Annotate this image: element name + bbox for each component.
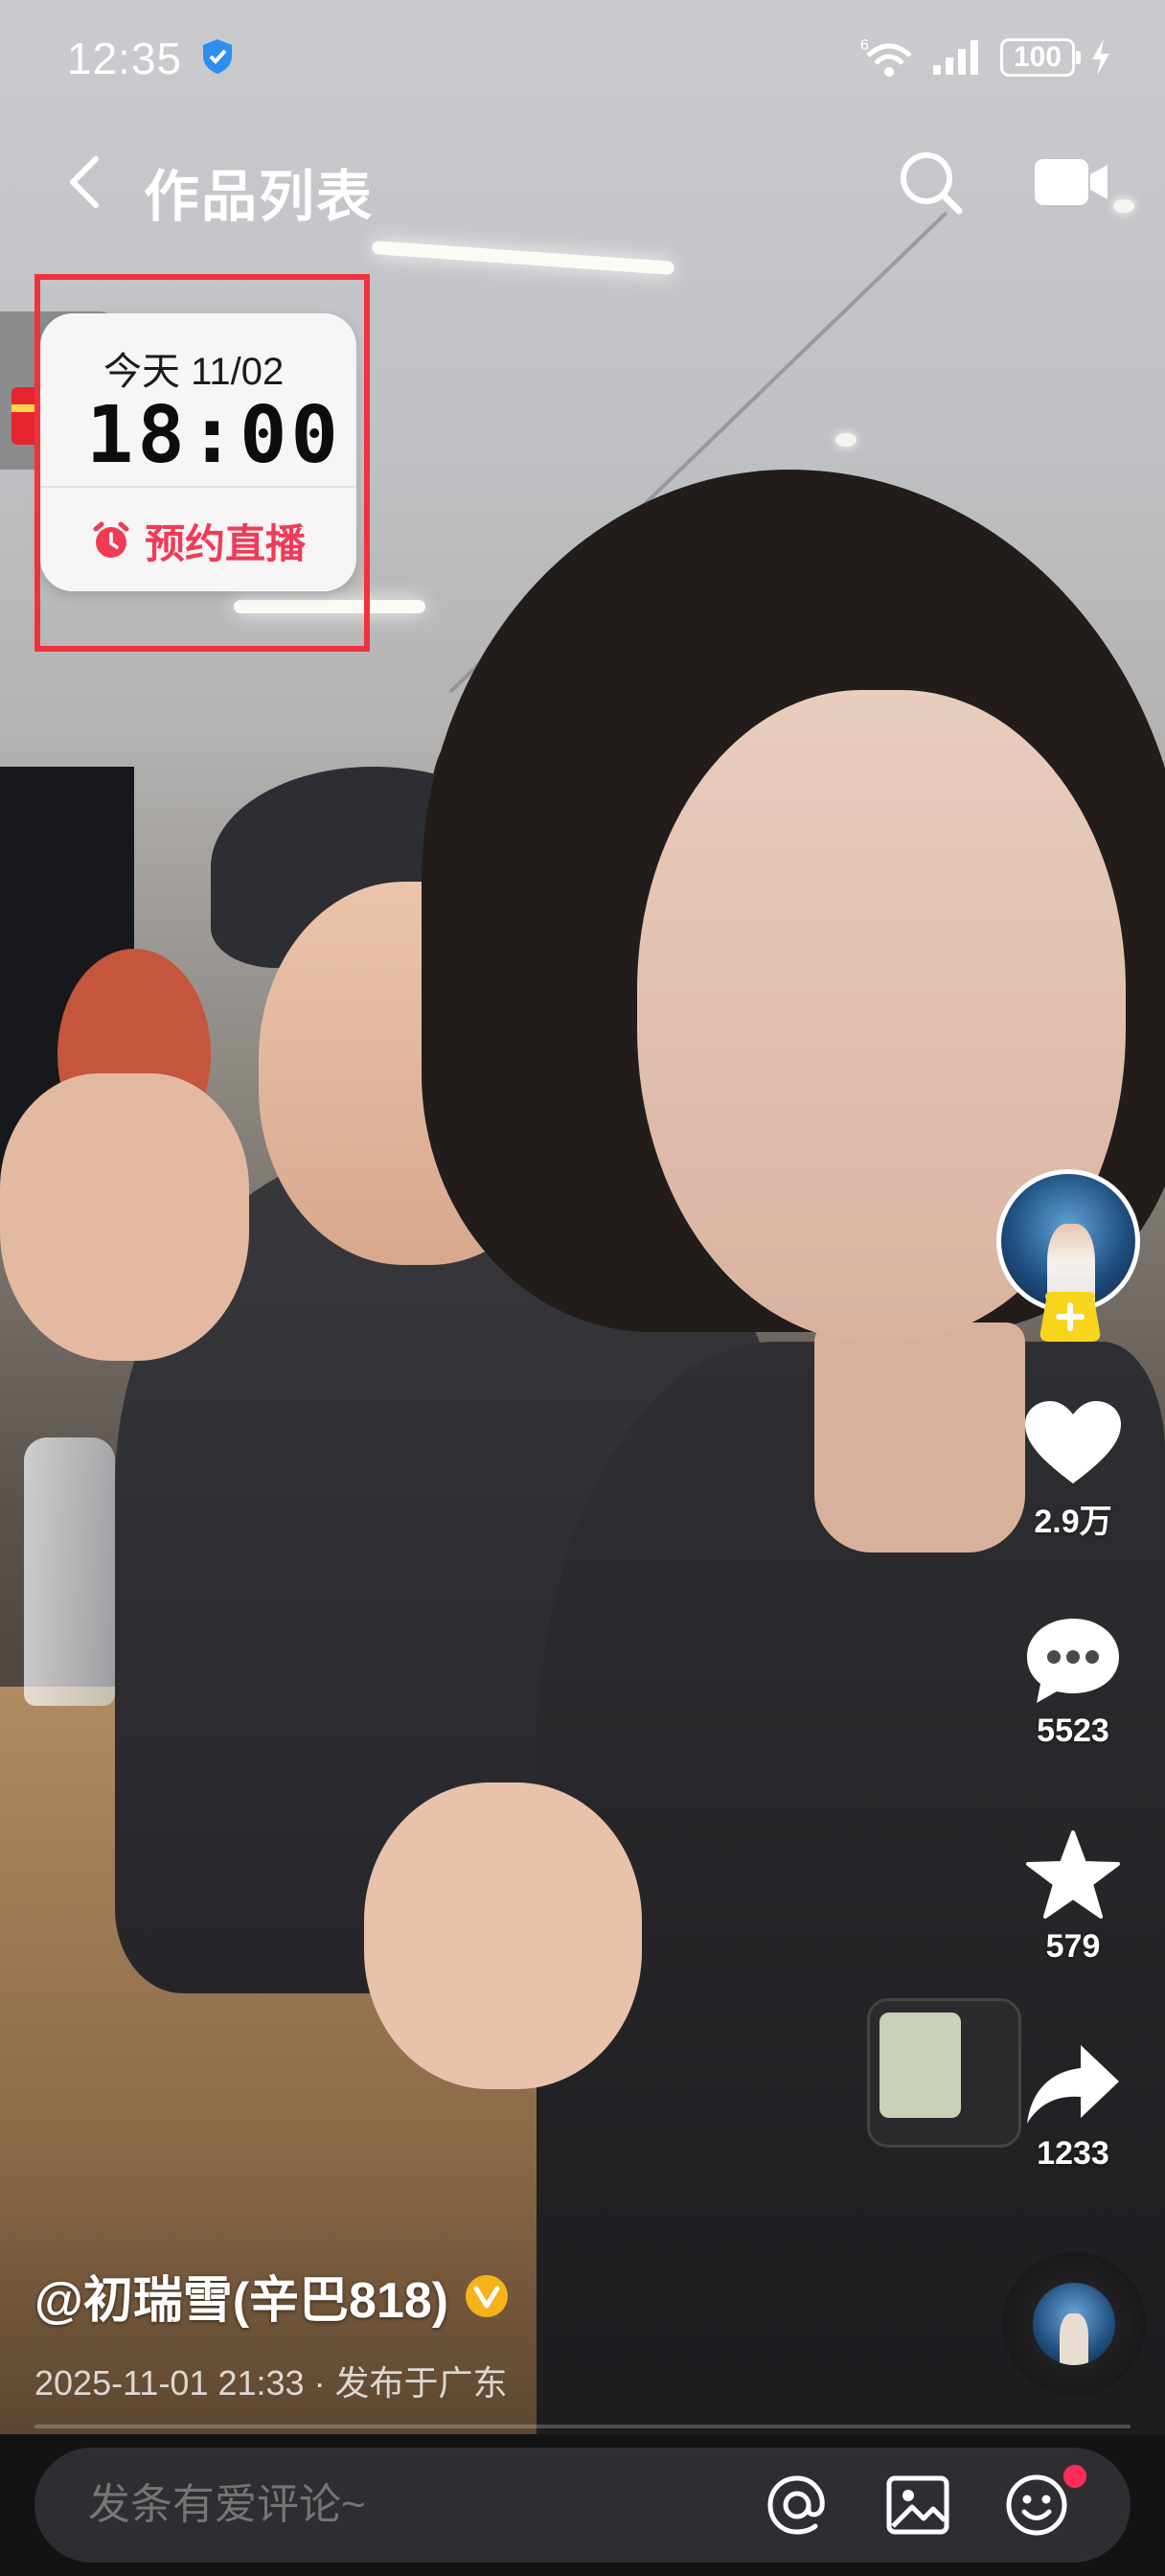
music-cover bbox=[1033, 2283, 1115, 2365]
status-icons: 6 100 bbox=[860, 33, 1111, 82]
post-meta: 2025-11-01 21:33 · 发布于广东 bbox=[34, 2363, 508, 2403]
comment-button[interactable]: 5523 bbox=[996, 1615, 1150, 1750]
comment-count: 5523 bbox=[1037, 1713, 1109, 1749]
top-nav: 作品列表 bbox=[0, 134, 1165, 230]
ceiling-spot bbox=[835, 433, 857, 447]
heart-gesture-hand bbox=[364, 1782, 642, 2089]
star-icon bbox=[1026, 1830, 1120, 1919]
charging-icon bbox=[1092, 39, 1109, 76]
peace-sign-hand bbox=[0, 1073, 249, 1361]
water-bottle bbox=[24, 1438, 115, 1706]
camera-icon[interactable] bbox=[1033, 155, 1109, 209]
comment-bar[interactable] bbox=[34, 2448, 1131, 2563]
wifi-icon: 6 bbox=[860, 37, 912, 77]
music-disc[interactable] bbox=[1002, 2252, 1146, 2396]
notification-dot bbox=[1063, 2465, 1086, 2488]
shield-icon bbox=[203, 39, 232, 74]
image-icon[interactable] bbox=[883, 2471, 952, 2540]
signal-icon bbox=[933, 40, 978, 75]
status-time: 12:35 bbox=[67, 34, 183, 83]
video-progress-bar[interactable] bbox=[34, 2425, 1131, 2428]
comment-input[interactable] bbox=[86, 2480, 713, 2530]
annotation-highlight-box bbox=[34, 274, 370, 652]
svg-text:6: 6 bbox=[860, 37, 869, 54]
favorite-count: 579 bbox=[1045, 1928, 1101, 1965]
follow-plus-icon[interactable] bbox=[1035, 1286, 1106, 1347]
favorite-button[interactable]: 579 bbox=[996, 1828, 1150, 1966]
like-button[interactable]: 2.9万 bbox=[996, 1399, 1150, 1542]
like-count: 2.9万 bbox=[1034, 1504, 1112, 1540]
comment-icon bbox=[1027, 1619, 1119, 1703]
emoji-icon[interactable] bbox=[1002, 2471, 1071, 2540]
author-name[interactable]: @初瑞雪(辛巴818) bbox=[34, 2260, 448, 2332]
share-button[interactable]: 1233 bbox=[996, 2041, 1150, 2173]
share-icon bbox=[1027, 2045, 1119, 2124]
person-right-neck bbox=[814, 1322, 1025, 1552]
status-bar: 12:35 6 100 bbox=[0, 0, 1165, 115]
author-line[interactable]: @初瑞雪(辛巴818) bbox=[34, 2260, 510, 2332]
back-icon[interactable] bbox=[57, 153, 115, 211]
verified-icon bbox=[466, 2274, 509, 2317]
search-icon[interactable] bbox=[896, 148, 965, 217]
at-icon[interactable] bbox=[763, 2471, 832, 2540]
ceiling-light bbox=[371, 240, 675, 276]
share-count: 1233 bbox=[1037, 2135, 1109, 2172]
heart-icon bbox=[1025, 1401, 1121, 1484]
page-title: 作品列表 bbox=[144, 166, 375, 228]
battery-indicator: 100 bbox=[1000, 38, 1081, 77]
